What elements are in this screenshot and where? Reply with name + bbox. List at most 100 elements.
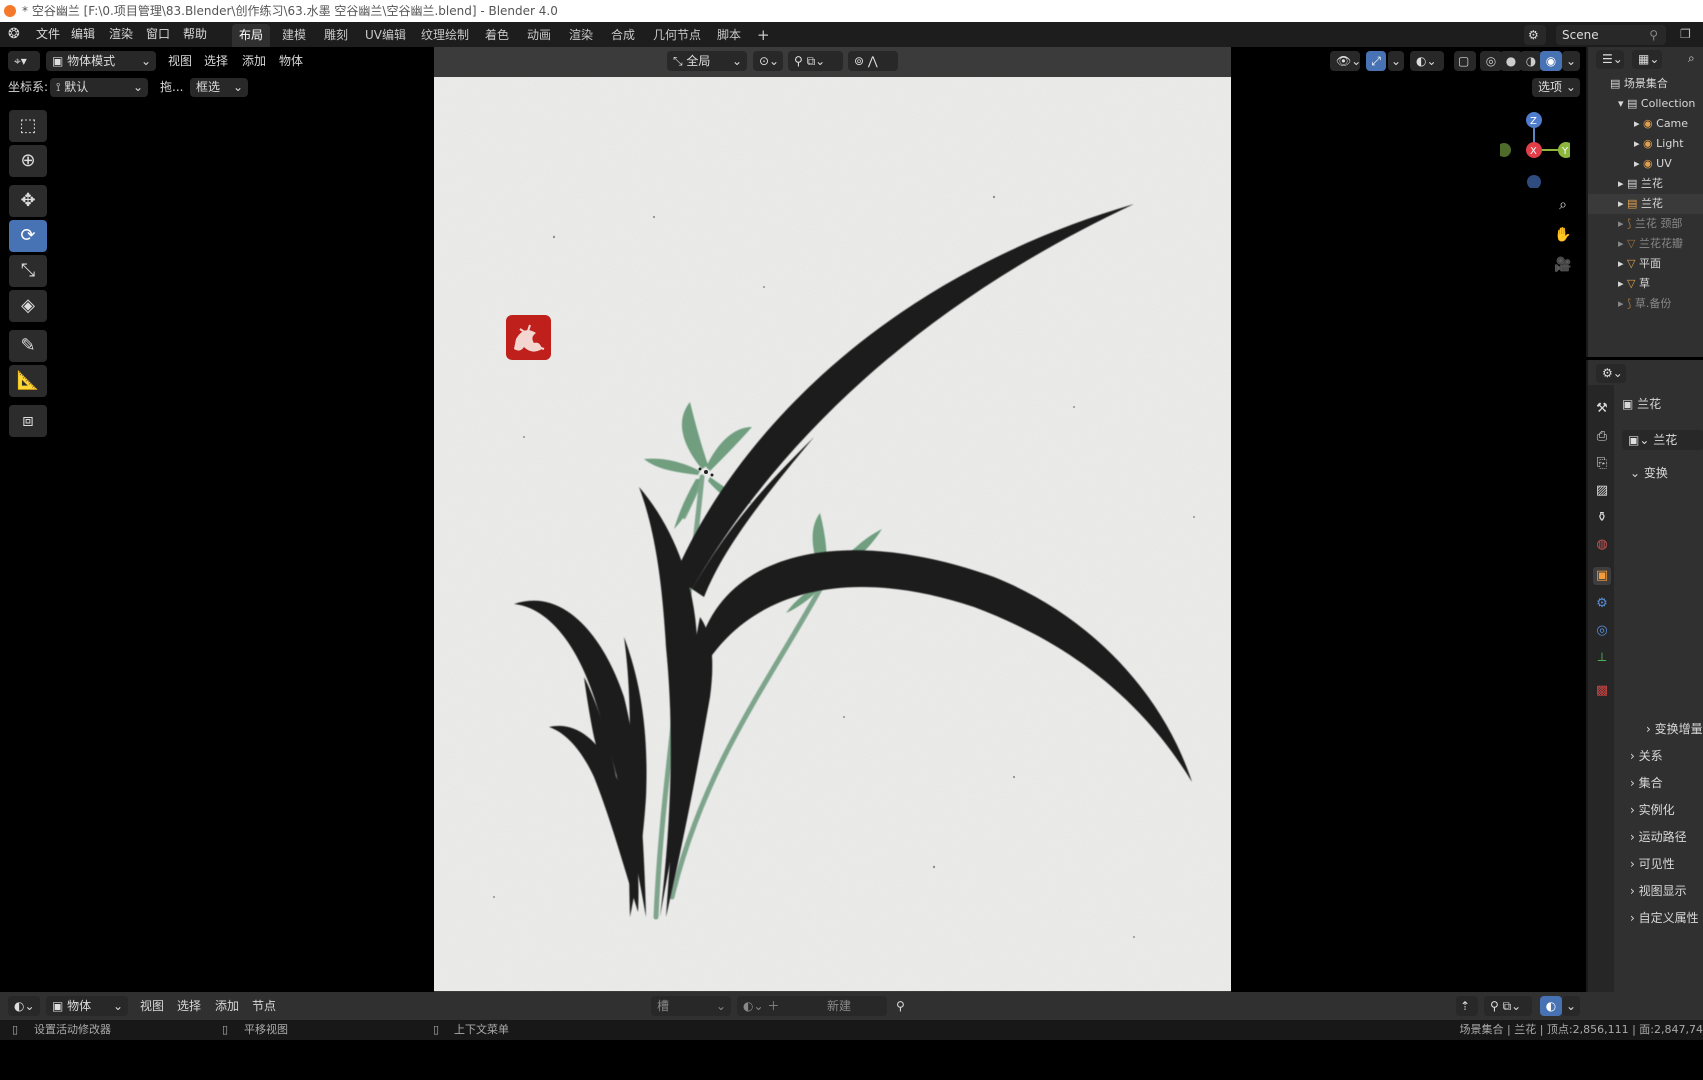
workspace-tab-texture-paint[interactable]: 纹理绘制 [414, 24, 476, 47]
physics-tab-icon[interactable]: ◎ [1593, 622, 1611, 640]
menu-add[interactable]: 添加 [242, 49, 266, 74]
bottom-menu-view[interactable]: 视图 [140, 994, 164, 1019]
bottom-menu-select[interactable]: 选择 [177, 994, 201, 1019]
visibility-icon[interactable]: 👁⌄ [1330, 51, 1360, 71]
world-tab-icon[interactable]: ◍ [1593, 536, 1611, 554]
scene-browse-icon[interactable]: ⚙ [1524, 25, 1546, 45]
pin-icon[interactable]: ⚲ [896, 994, 905, 1019]
menu-file[interactable]: 文件 [36, 22, 60, 47]
coord-system-selector[interactable]: ⟟ 默认 ⌄ [50, 78, 148, 97]
overlay-dropdown-icon[interactable]: ⌄ [1562, 996, 1580, 1016]
select-mode-selector[interactable]: 框选 ⌄ [190, 78, 248, 97]
outliner-row-camera[interactable]: ▸ ◉ Came [1588, 114, 1703, 134]
outliner-row-plane[interactable]: ▸ ▽ 平面 [1588, 254, 1703, 274]
outliner-root-row[interactable]: ▤ 场景集合 [1588, 74, 1703, 94]
outliner-row-grass-backup[interactable]: ▸ ⟆ 草.备份 [1588, 294, 1703, 314]
panel-collections[interactable]: › 集合 [1630, 772, 1663, 794]
properties-editor-type-icon[interactable]: ⚙⌄ [1596, 364, 1626, 383]
transform-tool-icon[interactable]: ◈ [9, 290, 47, 322]
workspace-tab-animation[interactable]: 动画 [520, 24, 558, 47]
gizmo-dropdown-icon[interactable]: ⌄ [1388, 51, 1404, 71]
bottom-menu-add[interactable]: 添加 [215, 994, 239, 1019]
menu-view[interactable]: 视图 [168, 49, 192, 74]
scene-selector[interactable]: Scene ⚲ [1556, 25, 1666, 45]
select-box-tool-icon[interactable]: ⬚ [9, 110, 47, 142]
object-tab-icon[interactable]: ▣ [1593, 567, 1611, 585]
outliner-row-collection[interactable]: ▾ ▤ Collection [1588, 94, 1703, 114]
slot-selector[interactable]: 槽 ⌄ [651, 996, 731, 1016]
panel-visibility[interactable]: › 可见性 [1630, 853, 1675, 875]
outliner-row-orchid-neck[interactable]: ▸ ⟆ 兰花 颈部 [1588, 214, 1703, 234]
zoom-view-icon[interactable]: ⌕ [1551, 193, 1575, 217]
workspace-tab-shading[interactable]: 着色 [478, 24, 516, 47]
workspace-tab-layout[interactable]: 布局 [232, 24, 271, 47]
xray-icon[interactable]: ▢ [1454, 51, 1476, 71]
panel-motion-paths[interactable]: › 运动路径 [1630, 826, 1687, 848]
snap-toggle-icon[interactable]: ⚲ ⧉⌄ [788, 51, 843, 71]
menu-window[interactable]: 窗口 [146, 22, 170, 47]
workspace-tab-scripting[interactable]: 脚本 [710, 24, 748, 47]
workspace-tab-rendering[interactable]: 渲染 [562, 24, 600, 47]
workspace-tab-compositing[interactable]: 合成 [604, 24, 642, 47]
gizmo-neg-y[interactable] [1497, 143, 1511, 157]
move-tool-icon[interactable]: ✥ [9, 185, 47, 217]
panel-transform[interactable]: ⌄ 变换 [1630, 462, 1668, 484]
texture-tab-icon[interactable]: ▩ [1593, 682, 1611, 700]
tool-tab-icon[interactable]: ⚒ [1593, 400, 1611, 418]
panel-instancing[interactable]: › 实例化 [1630, 799, 1675, 821]
pivot-point-icon[interactable]: ⊙⌄ [753, 51, 783, 71]
annotate-tool-icon[interactable]: ✎ [9, 330, 47, 362]
bottom-menu-node[interactable]: 节点 [252, 994, 276, 1019]
menu-help[interactable]: 帮助 [183, 22, 207, 47]
proportional-edit-icon[interactable]: ⊚ ⋀ [848, 51, 898, 71]
bottom-mode-selector[interactable]: ▣ 物体 ⌄ [46, 996, 128, 1016]
scale-tool-icon[interactable]: ⤡ [9, 255, 47, 287]
bottom-editor-type-icon[interactable]: ◐⌄ [8, 996, 40, 1016]
outliner-row-orchid-petal[interactable]: ▸ ▽ 兰花花瓣 [1588, 234, 1703, 254]
outliner-row-orchid-1[interactable]: ▸ ▤ 兰花 [1588, 174, 1703, 194]
filter-icon[interactable]: ⌕ [1688, 47, 1695, 69]
workspace-tab-modeling[interactable]: 建模 [275, 24, 313, 47]
parent-node-icon[interactable]: ⇡ [1456, 996, 1478, 1016]
snapping-icon[interactable]: ⚲ ⧉⌄ [1484, 996, 1532, 1016]
cursor-tool-icon[interactable]: ⊕ [9, 145, 47, 177]
outliner-row-uv[interactable]: ▸ ◉ UV [1588, 154, 1703, 174]
outliner-row-light[interactable]: ▸ ◉ Light [1588, 134, 1703, 154]
solid-shading-icon[interactable]: ● [1500, 51, 1522, 71]
material-new-field[interactable]: ◐⌄ ＋ 新建 [737, 996, 887, 1016]
shading-dropdown-icon[interactable]: ⌄ [1562, 51, 1580, 71]
options-dropdown[interactable]: 选项 ⌄ [1532, 78, 1580, 97]
transform-orientation-selector[interactable]: ⤡ 全局 ⌄ [667, 51, 747, 71]
panel-custom-properties[interactable]: › 自定义属性 [1630, 907, 1699, 929]
gizmo-toggle-icon[interactable]: ⤢ [1366, 51, 1386, 71]
camera-view-icon[interactable]: 🎥 [1551, 253, 1575, 277]
scene-tab-icon[interactable]: ⚱ [1593, 509, 1611, 527]
constraints-tab-icon[interactable]: ⟂ [1593, 649, 1611, 667]
menu-render[interactable]: 渲染 [109, 22, 133, 47]
outliner-editor-type-icon[interactable]: ☰⌄ [1596, 50, 1624, 69]
drag-label[interactable]: 拖... [160, 76, 183, 98]
add-workspace-button[interactable]: + [750, 24, 777, 47]
menu-object[interactable]: 物体 [279, 49, 303, 74]
rotate-tool-icon[interactable]: ⟳ [9, 220, 47, 252]
overlays-icon[interactable]: ◐⌄ [1410, 51, 1444, 71]
workspace-tab-uv-editing[interactable]: UV编辑 [358, 24, 413, 47]
workspace-tab-sculpting[interactable]: 雕刻 [317, 24, 355, 47]
measure-tool-icon[interactable]: 📐 [9, 365, 47, 397]
blender-menu-icon[interactable]: ❂ [8, 22, 20, 47]
modifier-tab-icon[interactable]: ⚙ [1593, 595, 1611, 613]
gizmo-neg-z[interactable] [1527, 175, 1541, 189]
rendered-shading-icon[interactable]: ◉ [1540, 51, 1562, 71]
workspace-tab-geometry-nodes[interactable]: 几何节点 [646, 24, 708, 47]
display-mode-icon[interactable]: ▦⌄ [1632, 50, 1662, 69]
outliner-row-grass[interactable]: ▸ ▽ 草 [1588, 274, 1703, 294]
menu-select[interactable]: 选择 [204, 49, 228, 74]
outliner-row-orchid-2[interactable]: ▸ ▤ 兰花 [1588, 194, 1703, 214]
pin-icon[interactable]: ⚲ [1649, 25, 1658, 45]
navigation-gizmo[interactable]: Z X Y [1497, 108, 1574, 189]
object-name-field[interactable]: ▣⌄ 兰花 [1622, 430, 1703, 450]
panel-relations[interactable]: › 关系 [1630, 745, 1663, 767]
editor-type-icon[interactable]: ⌖▾ [8, 51, 40, 71]
output-tab-icon[interactable]: ⎘ [1593, 455, 1611, 473]
panel-viewport-display[interactable]: › 视图显示 [1630, 880, 1687, 902]
